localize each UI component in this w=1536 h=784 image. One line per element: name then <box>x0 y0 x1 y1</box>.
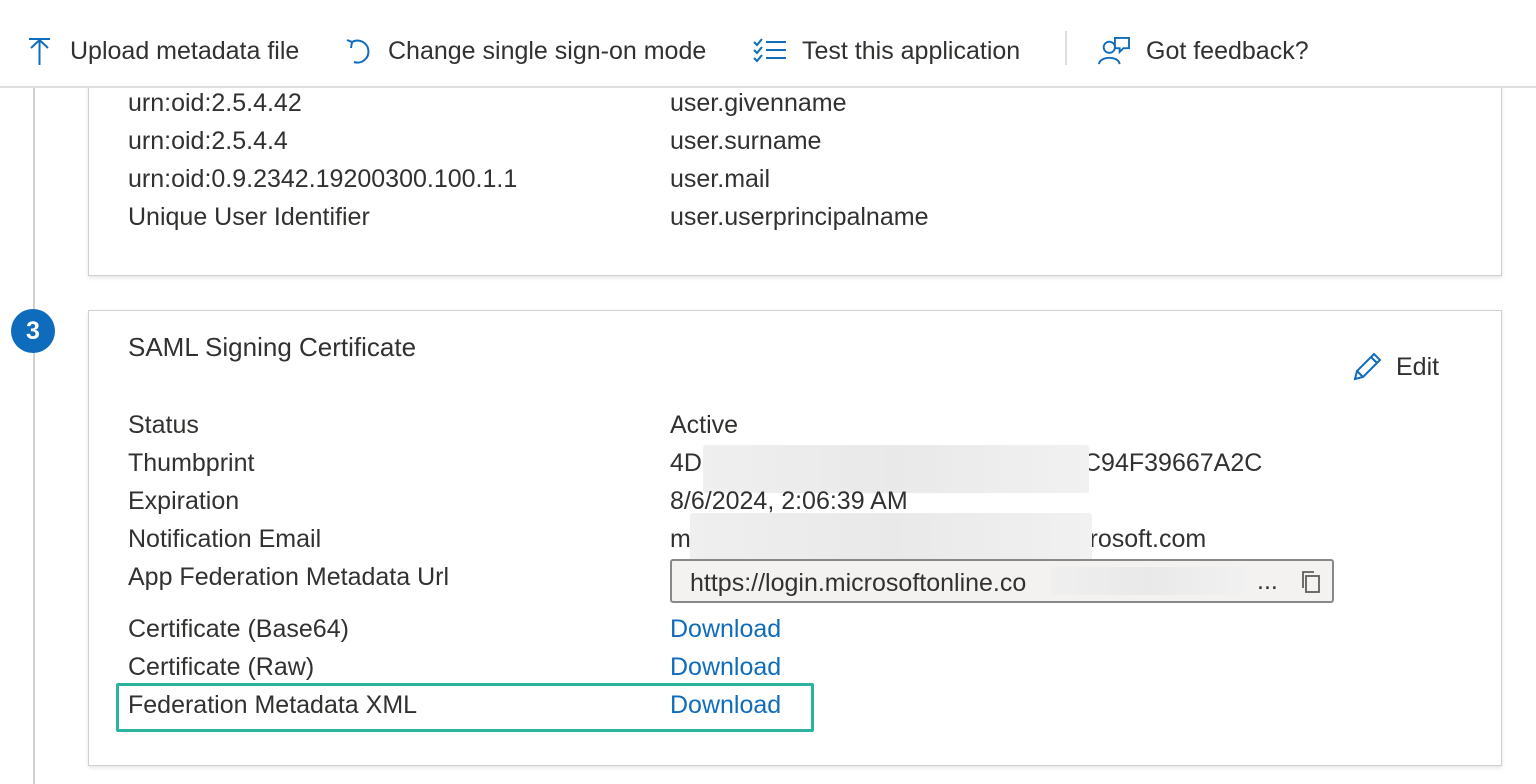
metadata-url-label: App Federation Metadata Url <box>128 563 450 591</box>
expiration-label: Expiration <box>128 487 240 515</box>
feedback-person-icon <box>1098 36 1130 65</box>
edit-button[interactable]: Edit <box>1350 350 1439 384</box>
claim-value: user.userprincipalname <box>670 203 929 231</box>
pencil-icon <box>1353 352 1382 381</box>
test-application-label: Test this application <box>802 36 1021 65</box>
cert-raw-download-link[interactable]: Download <box>670 653 781 682</box>
claim-value: user.givenname <box>670 89 847 117</box>
step-rail <box>33 86 35 784</box>
thumbprint-label: Thumbprint <box>128 449 255 477</box>
cert-raw-label: Certificate (Raw) <box>128 653 315 681</box>
upload-metadata-button[interactable]: Upload metadata file <box>26 28 299 74</box>
claim-value: user.surname <box>670 127 822 155</box>
url-ellipsis: ... <box>1257 567 1278 595</box>
thumbprint-suffix: C94F39667A2C <box>1083 449 1263 477</box>
metadata-url-text: https://login.microsoftonline.co <box>690 569 1027 597</box>
checklist-icon <box>753 38 786 63</box>
thumbprint-prefix: 4D <box>670 449 702 477</box>
status-value: Active <box>670 411 739 439</box>
redacted-thumbprint <box>703 445 1089 493</box>
upload-arrow-icon <box>29 38 50 65</box>
claim-name: urn:oid:0.9.2342.19200300.100.1.1 <box>128 165 518 193</box>
copy-icon[interactable] <box>1298 569 1324 595</box>
email-suffix: crosoft.com <box>1077 525 1207 553</box>
feedback-label: Got feedback? <box>1146 36 1309 65</box>
change-sso-mode-button[interactable]: Change single sign-on mode <box>344 28 706 74</box>
section-title: SAML Signing Certificate <box>128 332 417 362</box>
expiration-value: 8/6/2024, 2:06:39 AM <box>670 487 908 515</box>
change-sso-mode-label: Change single sign-on mode <box>388 36 707 65</box>
feedback-button[interactable]: Got feedback? <box>1096 28 1309 74</box>
toolbar-divider <box>1065 31 1067 65</box>
email-prefix: m <box>670 525 691 553</box>
status-label: Status <box>128 411 199 439</box>
step-number-badge: 3 <box>11 309 55 353</box>
highlight-box <box>116 683 814 732</box>
notification-email-label: Notification Email <box>128 525 322 553</box>
claim-name: urn:oid:2.5.4.4 <box>128 127 288 155</box>
upload-metadata-label: Upload metadata file <box>70 36 300 65</box>
metadata-url-field[interactable]: https://login.microsoftonline.co ... <box>670 559 1334 603</box>
claim-name: Unique User Identifier <box>128 203 370 231</box>
claim-value: user.mail <box>670 165 771 193</box>
cert-base64-label: Certificate (Base64) <box>128 615 349 643</box>
redacted-email <box>690 513 1092 563</box>
edit-label: Edit <box>1396 352 1440 381</box>
undo-icon <box>346 39 370 64</box>
test-application-button[interactable]: Test this application <box>752 28 1020 74</box>
claim-name: urn:oid:2.5.4.42 <box>128 89 302 117</box>
redacted-url <box>1050 567 1246 595</box>
command-bar: Upload metadata file Change single sign-… <box>0 0 1536 88</box>
cert-base64-download-link[interactable]: Download <box>670 615 781 644</box>
